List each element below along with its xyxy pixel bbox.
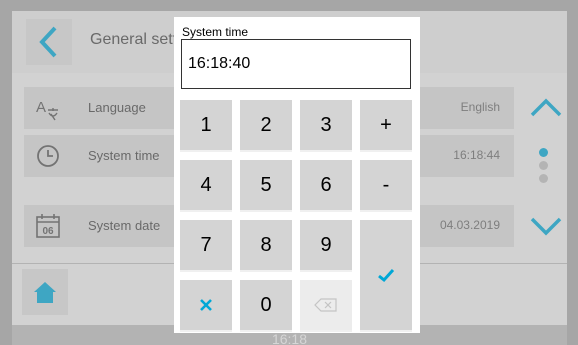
page-dot <box>539 148 548 157</box>
settings-row-value: 16:18:44 <box>453 148 500 162</box>
page-dot <box>539 174 548 183</box>
key-0[interactable]: 0 <box>240 280 292 332</box>
confirm-button[interactable] <box>360 220 412 332</box>
svg-text:06: 06 <box>42 226 54 237</box>
chevron-up-icon <box>530 98 562 117</box>
key-9[interactable]: 9 <box>300 220 352 272</box>
backspace-button[interactable] <box>300 280 352 332</box>
calendar-icon: 06 <box>34 212 62 240</box>
page-title: General settings <box>90 31 182 48</box>
system-time-dialog: System time 1 2 3 + 4 5 6 - 7 8 9 0 <box>174 17 420 333</box>
translate-icon: A <box>34 94 62 122</box>
time-input[interactable] <box>181 39 411 89</box>
key-minus[interactable]: - <box>360 160 412 212</box>
svg-text:A: A <box>36 99 46 116</box>
key-plus[interactable]: + <box>360 100 412 152</box>
chevron-down-icon <box>530 217 562 236</box>
status-clock: 16:18 <box>271 331 308 345</box>
cancel-button[interactable] <box>180 280 232 332</box>
key-7[interactable]: 7 <box>180 220 232 272</box>
key-4[interactable]: 4 <box>180 160 232 212</box>
key-3[interactable]: 3 <box>300 100 352 152</box>
settings-row-label: System time <box>88 148 160 163</box>
chevron-left-icon <box>39 26 57 58</box>
settings-row-label: Language <box>88 100 146 115</box>
settings-row-value: English <box>460 100 500 114</box>
home-button[interactable] <box>22 269 68 315</box>
back-button[interactable] <box>26 19 72 65</box>
close-icon <box>200 299 212 311</box>
key-5[interactable]: 5 <box>240 160 292 212</box>
scroll-up-button[interactable] <box>524 87 568 129</box>
clock-icon <box>34 142 62 170</box>
settings-row-label: System date <box>88 218 161 233</box>
key-2[interactable]: 2 <box>240 100 292 152</box>
scroll-down-button[interactable] <box>524 205 568 247</box>
key-8[interactable]: 8 <box>240 220 292 272</box>
home-icon <box>34 282 56 303</box>
checkmark-icon <box>378 268 395 283</box>
page-dot <box>539 161 548 170</box>
key-6[interactable]: 6 <box>300 160 352 212</box>
page-indicator <box>539 148 549 187</box>
dialog-title: System time <box>182 25 249 39</box>
key-1[interactable]: 1 <box>180 100 232 152</box>
settings-row-value: 04.03.2019 <box>439 218 500 232</box>
backspace-icon <box>314 298 337 312</box>
